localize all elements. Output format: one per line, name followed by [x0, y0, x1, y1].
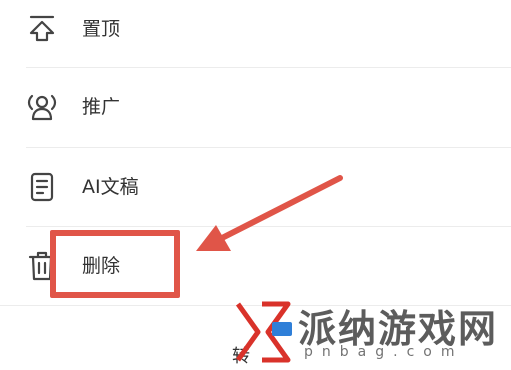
pin-top-icon	[29, 15, 55, 42]
menu-item-pin[interactable]: 置顶	[0, 0, 511, 64]
watermark-logo-icon	[235, 301, 292, 363]
divider	[26, 67, 511, 68]
menu-item-label: AI文稿	[82, 176, 139, 198]
highlight-box	[50, 230, 180, 298]
menu-item-label: 置顶	[82, 18, 121, 40]
watermark: 派纳游戏网 pnbag.com	[232, 298, 511, 368]
broadcast-user-icon	[27, 94, 57, 121]
document-icon	[30, 172, 54, 202]
watermark-url: pnbag.com	[304, 344, 464, 360]
menu-item-label: 推广	[82, 96, 121, 118]
menu-item-ai-draft[interactable]: AI文稿	[0, 152, 511, 222]
divider	[26, 226, 511, 227]
menu-item-promote[interactable]: 推广	[0, 72, 511, 142]
divider	[26, 147, 511, 148]
